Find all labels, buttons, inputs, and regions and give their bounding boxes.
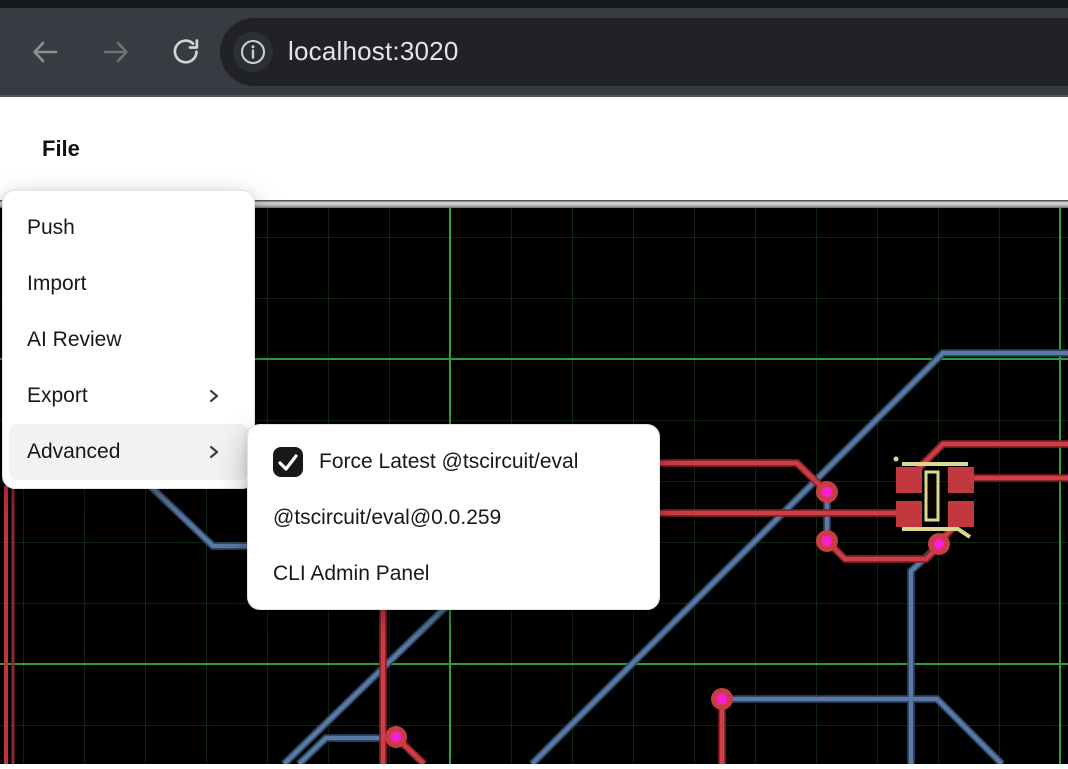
info-circle-icon (235, 34, 271, 70)
submenu-item-label: CLI Admin Panel (273, 562, 429, 586)
via (385, 726, 407, 748)
submenu-item-eval-version[interactable]: @tscircuit/eval@0.0.259 (248, 490, 659, 546)
menu-item-advanced[interactable]: Advanced (9, 424, 248, 480)
menu-item-import[interactable]: Import (9, 256, 248, 312)
back-button[interactable] (28, 35, 62, 69)
menu-item-label: AI Review (27, 328, 122, 352)
menu-item-label: Export (27, 384, 88, 408)
forward-button[interactable] (99, 35, 133, 69)
url-text: localhost:3020 (288, 36, 458, 67)
via (711, 688, 733, 710)
reload-icon (169, 35, 203, 69)
via (816, 481, 838, 503)
site-info-button[interactable] (233, 32, 273, 72)
toolbar-row: localhost:3020 (0, 8, 1068, 95)
menu-item-ai-review[interactable]: AI Review (9, 312, 248, 368)
via (816, 530, 838, 552)
back-arrow-icon (29, 36, 61, 68)
chevron-right-icon (206, 444, 222, 460)
forward-arrow-icon (100, 36, 132, 68)
window-top-strip (0, 0, 1068, 8)
menu-item-label: Import (27, 272, 87, 296)
file-menu: Push Import AI Review Export Advanced (2, 190, 255, 489)
menu-item-export[interactable]: Export (9, 368, 248, 424)
advanced-submenu: Force Latest @tscircuit/eval @tscircuit/… (247, 424, 660, 610)
reload-button[interactable] (169, 35, 203, 69)
submenu-item-cli-admin-panel[interactable]: CLI Admin Panel (248, 546, 659, 602)
browser-toolbar: localhost:3020 (0, 0, 1068, 97)
submenu-item-label: @tscircuit/eval@0.0.259 (273, 506, 501, 530)
menu-item-label: Push (27, 216, 75, 240)
menu-item-push[interactable]: Push (9, 200, 248, 256)
file-menu-trigger[interactable]: File (42, 136, 80, 162)
chevron-right-icon (206, 388, 222, 404)
via (928, 533, 950, 555)
app-menubar: File (0, 97, 1068, 200)
submenu-item-label: Force Latest @tscircuit/eval (319, 450, 578, 474)
address-bar[interactable]: localhost:3020 (220, 18, 1068, 86)
checkbox-checked-icon[interactable] (273, 447, 303, 477)
submenu-item-force-latest-eval[interactable]: Force Latest @tscircuit/eval (248, 434, 659, 490)
menu-item-label: Advanced (27, 440, 120, 464)
